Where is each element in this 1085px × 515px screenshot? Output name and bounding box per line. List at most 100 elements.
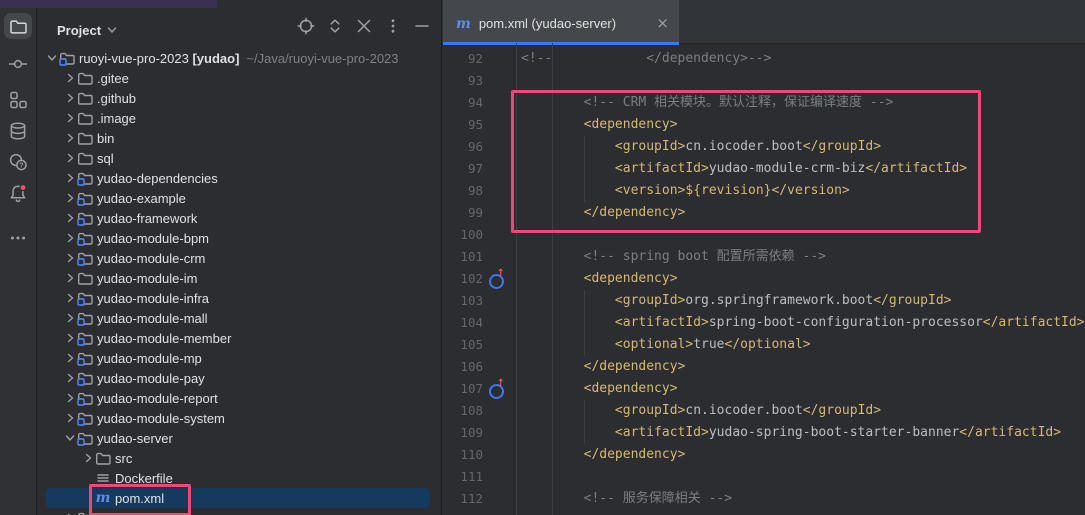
line-number[interactable]: 104	[442, 312, 483, 334]
code-line-102[interactable]: 102↑ <dependency>	[442, 268, 1085, 290]
chevron-right-icon[interactable]	[63, 210, 77, 226]
chevron-right-icon[interactable]	[81, 450, 95, 466]
code-line-109[interactable]: 109 <artifactId>yudao-spring-boot-starte…	[442, 422, 1085, 444]
line-number[interactable]: 93	[442, 70, 483, 92]
tree-item-sql[interactable]: sql	[37, 148, 441, 168]
chevron-right-icon[interactable]	[63, 390, 77, 406]
code-line-105[interactable]: 105 <optional>true</optional>	[442, 334, 1085, 356]
line-number[interactable]: 112	[442, 488, 483, 510]
line-number[interactable]: 109	[442, 422, 483, 444]
editor-body[interactable]: 92<!-- </dependency>-->9394 <!-- CRM 相关模…	[442, 43, 1085, 515]
tree-item-yudao-module-crm[interactable]: yudao-module-crm	[37, 248, 441, 268]
code-line-108[interactable]: 108 <groupId>cn.iocoder.boot</groupId>	[442, 400, 1085, 422]
chevron-right-icon[interactable]	[63, 70, 77, 86]
tree-item-yudao-module-pay[interactable]: yudao-module-pay	[37, 368, 441, 388]
chevron-right-icon[interactable]	[63, 250, 77, 266]
commit-icon[interactable]	[8, 54, 28, 74]
tree-item-dockerfile[interactable]: Dockerfile	[37, 468, 441, 488]
code-line-104[interactable]: 104 <artifactId>spring-boot-configuratio…	[442, 312, 1085, 334]
chevron-right-icon[interactable]	[63, 170, 77, 186]
chevron-right-icon[interactable]	[63, 230, 77, 246]
expand-all-icon[interactable]	[326, 17, 344, 35]
tree-item-bin[interactable]: bin	[37, 128, 441, 148]
code-line-107[interactable]: 107↑ <dependency>	[442, 378, 1085, 400]
code-line-111[interactable]: 111	[442, 466, 1085, 488]
line-number[interactable]: 110	[442, 444, 483, 466]
chevron-down-icon[interactable]	[106, 23, 118, 37]
chevron-right-icon[interactable]	[63, 190, 77, 206]
chevron-right-icon[interactable]	[63, 270, 77, 286]
tree-item-yudao-module-report[interactable]: yudao-module-report	[37, 388, 441, 408]
chevron-right-icon[interactable]	[63, 410, 77, 426]
code-line-101[interactable]: 101 <!-- spring boot 配置所需依赖 -->	[442, 246, 1085, 268]
chevron-right-icon[interactable]	[63, 350, 77, 366]
chevron-right-icon[interactable]	[63, 330, 77, 346]
code-line-98[interactable]: 98 <version>${revision}</version>	[442, 180, 1085, 202]
tree-item-yudao-framework[interactable]: yudao-framework	[37, 208, 441, 228]
editor-tab-pom-xml[interactable]: m pom.xml (yudao-server) ×	[443, 0, 679, 45]
line-number[interactable]: 94	[442, 92, 483, 114]
code-line-110[interactable]: 110 </dependency>	[442, 444, 1085, 466]
tree-item-yudao-module-im[interactable]: yudao-module-im	[37, 268, 441, 288]
tree-item-yudao-module-mp[interactable]: yudao-module-mp	[37, 348, 441, 368]
collapse-all-icon[interactable]	[355, 17, 373, 35]
hide-panel-icon[interactable]	[413, 17, 431, 35]
tree-item-pom.xml[interactable]: mpom.xml	[37, 488, 441, 508]
code-line-99[interactable]: 99 </dependency>	[442, 202, 1085, 224]
structure-icon[interactable]	[8, 90, 28, 110]
line-number[interactable]: 92	[442, 48, 483, 70]
tree-item-src[interactable]: src	[37, 448, 441, 468]
code-line-112[interactable]: 112 <!-- 服务保障相关 -->	[442, 488, 1085, 510]
chevron-right-icon[interactable]	[63, 150, 77, 166]
tree-item-yudao-module-infra[interactable]: yudao-module-infra	[37, 288, 441, 308]
tree-item-yudao-server[interactable]: yudao-server	[37, 428, 441, 448]
more-dots-icon[interactable]	[8, 228, 28, 248]
chevron-right-icon[interactable]	[63, 110, 77, 126]
line-number[interactable]: 101	[442, 246, 483, 268]
tree-item-yudao-module-member[interactable]: yudao-module-member	[37, 328, 441, 348]
code-line-95[interactable]: 95 <dependency>	[442, 114, 1085, 136]
project-panel-title[interactable]: Project	[57, 23, 101, 38]
tree-item-yudao-module-mall[interactable]: yudao-module-mall	[37, 308, 441, 328]
line-number[interactable]: 98	[442, 180, 483, 202]
line-number[interactable]: 97	[442, 158, 483, 180]
line-number[interactable]: 105	[442, 334, 483, 356]
line-number[interactable]: 100	[442, 224, 483, 246]
line-number[interactable]: 102	[442, 268, 483, 290]
locate-opened-file-icon[interactable]	[297, 17, 315, 35]
help-circles-icon[interactable]: ?	[8, 152, 28, 172]
database-icon[interactable]	[8, 121, 28, 141]
line-number[interactable]: 95	[442, 114, 483, 136]
code-line-94[interactable]: 94 <!-- CRM 相关模块。默认注释，保证编译速度 -->	[442, 92, 1085, 114]
code-line-106[interactable]: 106 </dependency>	[442, 356, 1085, 378]
chevron-right-icon[interactable]	[63, 510, 77, 515]
maven-dependency-gutter-icon[interactable]: ↑	[489, 383, 503, 396]
tree-item-yudao-dependencies[interactable]: yudao-dependencies	[37, 168, 441, 188]
chevron-right-icon[interactable]	[63, 130, 77, 146]
tree-item-yudao-example[interactable]: yudao-example	[37, 188, 441, 208]
code-line-96[interactable]: 96 <groupId>cn.iocoder.boot</groupId>	[442, 136, 1085, 158]
close-icon[interactable]: ×	[656, 16, 669, 31]
notifications-bell-icon[interactable]	[8, 183, 28, 203]
chevron-right-icon[interactable]	[63, 290, 77, 306]
code-line-93[interactable]: 93	[442, 70, 1085, 92]
line-number[interactable]: 106	[442, 356, 483, 378]
chevron-right-icon[interactable]	[63, 90, 77, 106]
code-line-103[interactable]: 103 <groupId>org.springframework.boot</g…	[442, 290, 1085, 312]
line-number[interactable]: 99	[442, 202, 483, 224]
line-number[interactable]: 107	[442, 378, 483, 400]
code-line-100[interactable]: 100	[442, 224, 1085, 246]
code-line-97[interactable]: 97 <artifactId>yudao-module-crm-biz</art…	[442, 158, 1085, 180]
chevron-down-icon[interactable]	[45, 50, 59, 66]
options-kebab-icon[interactable]	[384, 17, 402, 35]
line-number[interactable]: 103	[442, 290, 483, 312]
tree-item-ruoyi-vue-pro-2023[interactable]: ruoyi-vue-pro-2023 [yudao]~/Java/ruoyi-v…	[37, 48, 441, 68]
maven-dependency-gutter-icon[interactable]: ↑	[489, 273, 503, 286]
code-line-92[interactable]: 92<!-- </dependency>-->	[442, 48, 1085, 70]
project-folder-icon[interactable]	[8, 16, 28, 36]
chevron-right-icon[interactable]	[63, 370, 77, 386]
chevron-right-icon[interactable]	[63, 310, 77, 326]
tree-item-.github[interactable]: .github	[37, 88, 441, 108]
line-number[interactable]: 108	[442, 400, 483, 422]
tree-item-yudao-module-bpm[interactable]: yudao-module-bpm	[37, 228, 441, 248]
